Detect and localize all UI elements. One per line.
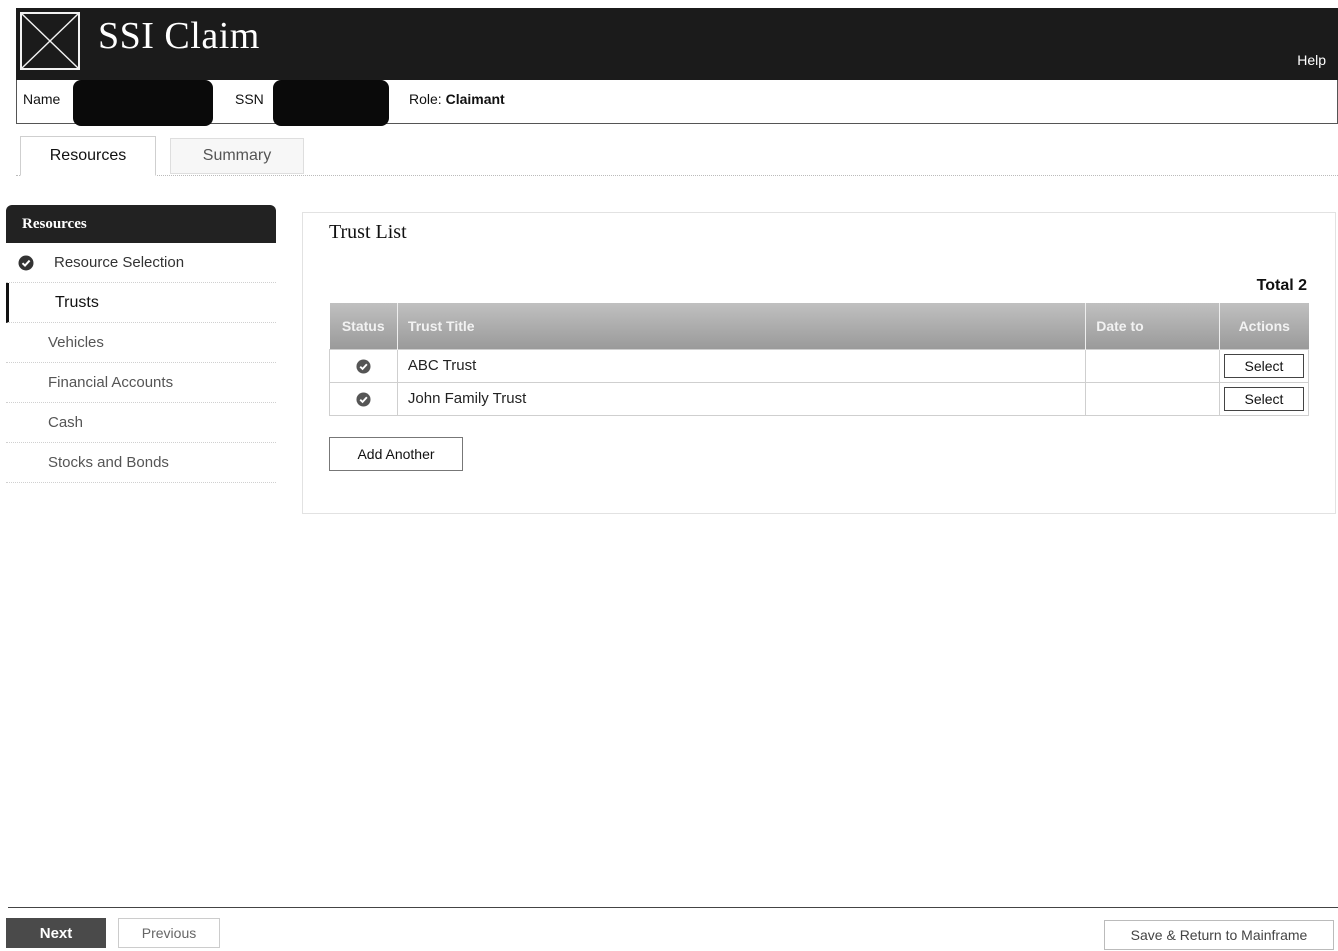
sidebar-item-cash[interactable]: Cash	[6, 403, 276, 443]
column-header-trust-title[interactable]: Trust Title	[397, 303, 1087, 349]
help-link[interactable]: Help	[1297, 52, 1326, 68]
trust-title-cell: ABC Trust	[396, 348, 1087, 383]
check-circle-icon	[356, 359, 371, 374]
name-redaction	[73, 80, 213, 126]
previous-button[interactable]: Previous	[118, 918, 220, 948]
select-button[interactable]: Select	[1223, 353, 1304, 378]
footer-divider	[8, 907, 1338, 908]
claimant-info-bar: Name SSN Role: Claimant	[16, 80, 1338, 126]
sidebar-header: Resources	[6, 205, 276, 243]
status-cell	[329, 348, 398, 383]
tab-resources[interactable]: Resources	[20, 136, 156, 176]
role-info: Role: Claimant	[409, 91, 505, 107]
sidebar-item-financial-accounts[interactable]: Financial Accounts	[6, 363, 276, 403]
status-cell	[329, 381, 398, 416]
date-cell	[1085, 348, 1220, 383]
trust-list-panel: Trust List Total 2 Status Trust Title Da…	[302, 212, 1336, 514]
actions-cell: Select	[1218, 348, 1310, 383]
sidebar-item-resource-selection[interactable]: Resource Selection	[6, 243, 276, 283]
check-circle-icon	[356, 392, 371, 407]
tab-bar: Resources Summary	[16, 136, 1338, 176]
column-header-date-to[interactable]: Date to	[1085, 303, 1220, 349]
x-box-logo-icon	[20, 12, 80, 70]
column-header-actions: Actions	[1219, 303, 1309, 349]
tab-summary[interactable]: Summary	[170, 138, 304, 174]
trust-table: Status Trust Title Date to Actions ABC T…	[329, 303, 1310, 416]
ssn-redaction	[273, 80, 389, 126]
sidebar-nav: Resources Resource Selection Trusts Vehi…	[6, 205, 276, 483]
page-title: Trust List	[329, 221, 407, 243]
app-title: SSI Claim	[98, 15, 260, 57]
table-row: John Family Trust Select	[329, 381, 1310, 416]
trust-title-cell: John Family Trust	[396, 381, 1087, 416]
role-label: Role:	[409, 91, 442, 107]
select-button[interactable]: Select	[1223, 386, 1304, 411]
app-header: SSI Claim Help	[16, 8, 1338, 80]
table-row: ABC Trust Select	[329, 348, 1310, 383]
actions-cell: Select	[1218, 381, 1310, 416]
name-label: Name	[23, 91, 61, 107]
next-button[interactable]: Next	[6, 918, 106, 948]
save-and-return-button[interactable]: Save & Return to Mainframe	[1104, 920, 1334, 950]
sidebar-item-vehicles[interactable]: Vehicles	[6, 323, 276, 363]
sidebar-item-trusts[interactable]: Trusts	[6, 283, 276, 323]
date-cell	[1085, 381, 1220, 416]
check-circle-icon	[18, 255, 34, 271]
sidebar-item-stocks-and-bonds[interactable]: Stocks and Bonds	[6, 443, 276, 483]
column-header-status[interactable]: Status	[329, 303, 398, 349]
ssn-label: SSN	[235, 91, 264, 107]
sidebar-item-label: Resource Selection	[54, 254, 185, 271]
table-header-row: Status Trust Title Date to Actions	[329, 303, 1309, 349]
role-value: Claimant	[445, 91, 505, 107]
add-another-button[interactable]: Add Another	[329, 437, 463, 471]
total-count: Total 2	[1256, 277, 1307, 294]
